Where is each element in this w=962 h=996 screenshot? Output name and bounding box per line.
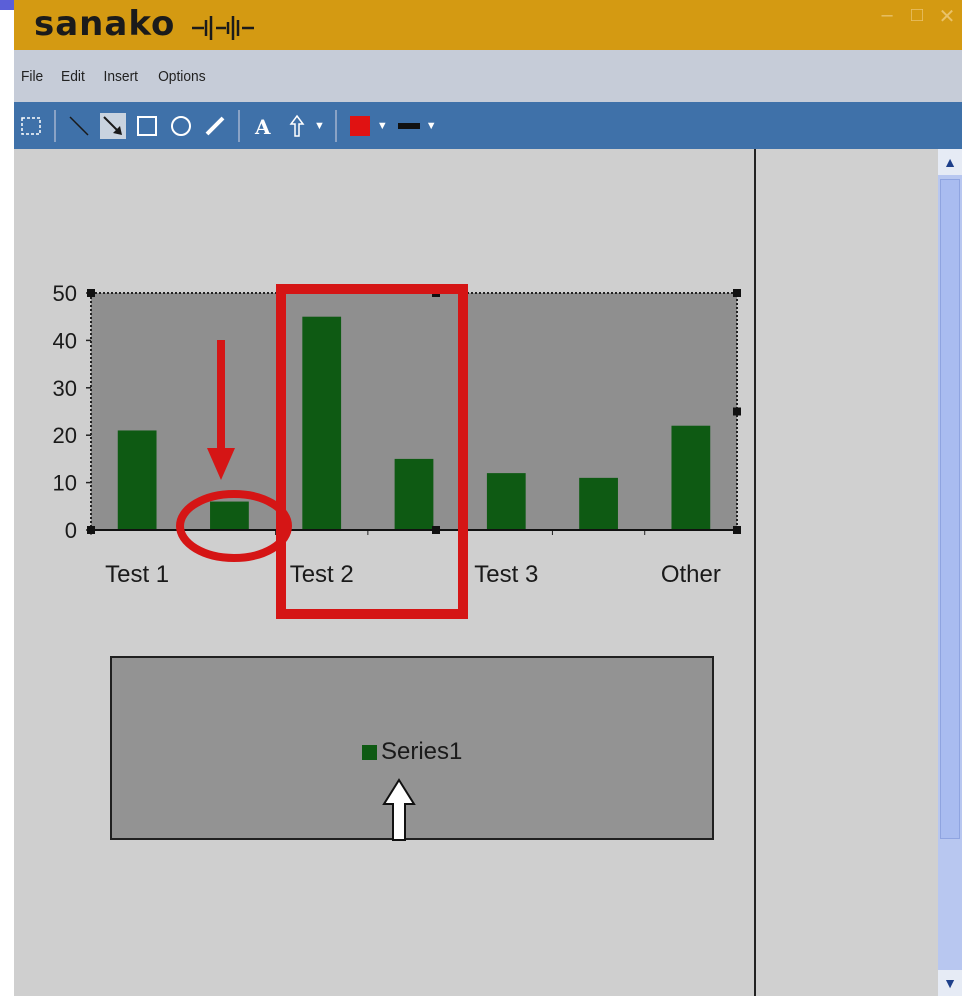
fill-color-dropdown-icon[interactable]: ▼ xyxy=(377,120,388,132)
menu-bar: File Edit Insert Options xyxy=(14,50,962,102)
rectangle-icon[interactable] xyxy=(134,113,160,139)
line-style-icon[interactable] xyxy=(396,113,422,139)
legend-label: Series1 xyxy=(381,738,463,765)
text-icon[interactable]: A xyxy=(250,113,276,139)
selection-handle xyxy=(87,289,95,297)
maximize-button[interactable]: □ xyxy=(908,4,926,29)
svg-text:A: A xyxy=(254,115,271,138)
toolbar-separator xyxy=(334,109,337,142)
menu-insert[interactable]: Insert xyxy=(104,68,139,85)
bar xyxy=(394,458,434,530)
bar xyxy=(117,430,157,530)
app-logo: sanako xyxy=(34,4,176,44)
mouse-cursor-icon xyxy=(382,778,416,841)
scroll-down-icon[interactable]: ▼ xyxy=(938,970,962,996)
selection-handle xyxy=(432,289,440,297)
y-tick-label: 50 xyxy=(53,281,77,306)
scroll-up-icon[interactable]: ▲ xyxy=(938,149,962,175)
legend-swatch xyxy=(362,744,377,760)
bar-chart[interactable]: 0 10 20 30 40 50 Test 1 Test 2 Test 3 Other xyxy=(14,149,756,649)
bar xyxy=(210,501,249,530)
y-tick-label: 30 xyxy=(53,376,77,401)
toolbar-separator xyxy=(238,109,240,142)
line-icon[interactable] xyxy=(66,113,92,139)
bar xyxy=(486,473,526,530)
selection-handle xyxy=(733,526,741,534)
menu-file[interactable]: File xyxy=(21,68,43,85)
drawing-toolbar: A ▼ ▼ ▼ xyxy=(14,102,962,149)
selection-handle xyxy=(733,289,741,297)
sound-wave-logo-icon xyxy=(192,16,254,40)
minimize-button[interactable]: – xyxy=(878,4,896,29)
x-tick-label: Test 3 xyxy=(474,561,538,588)
x-tick-label: Test 1 xyxy=(105,561,169,588)
side-panel xyxy=(756,149,938,996)
close-button[interactable]: ✕ xyxy=(938,4,956,29)
window-controls: – □ ✕ xyxy=(878,4,956,29)
select-rect-icon[interactable] xyxy=(18,113,44,139)
pointer-dropdown-icon[interactable]: ▼ xyxy=(314,120,325,132)
toolbar-separator xyxy=(54,109,56,142)
title-bar: sanako – □ ✕ xyxy=(14,0,962,50)
y-tick-label: 20 xyxy=(53,423,77,448)
vertical-scrollbar[interactable]: ▲ ▼ xyxy=(938,149,962,996)
y-tick-label: 40 xyxy=(53,328,77,353)
line-style-dropdown-icon[interactable]: ▼ xyxy=(426,120,437,132)
bar xyxy=(302,316,342,530)
y-tick-label: 0 xyxy=(65,518,77,543)
y-tick-label: 10 xyxy=(53,471,77,496)
pointer-icon[interactable] xyxy=(284,113,310,139)
pen-icon[interactable] xyxy=(202,113,228,139)
fill-color-icon[interactable] xyxy=(347,113,373,139)
menu-edit[interactable]: Edit xyxy=(61,68,85,85)
selection-handle xyxy=(87,526,95,534)
bar xyxy=(579,477,618,530)
selection-handle xyxy=(733,407,741,416)
x-tick-label: Test 2 xyxy=(290,561,354,588)
scroll-thumb[interactable] xyxy=(940,179,960,839)
x-tick-label: Other xyxy=(661,561,721,588)
arrow-icon[interactable] xyxy=(100,112,126,139)
bar xyxy=(671,425,711,530)
ellipse-icon[interactable] xyxy=(168,113,194,139)
menu-options[interactable]: Options xyxy=(158,68,206,85)
selection-handle xyxy=(432,526,440,534)
legend-item: Series1 xyxy=(362,738,462,766)
